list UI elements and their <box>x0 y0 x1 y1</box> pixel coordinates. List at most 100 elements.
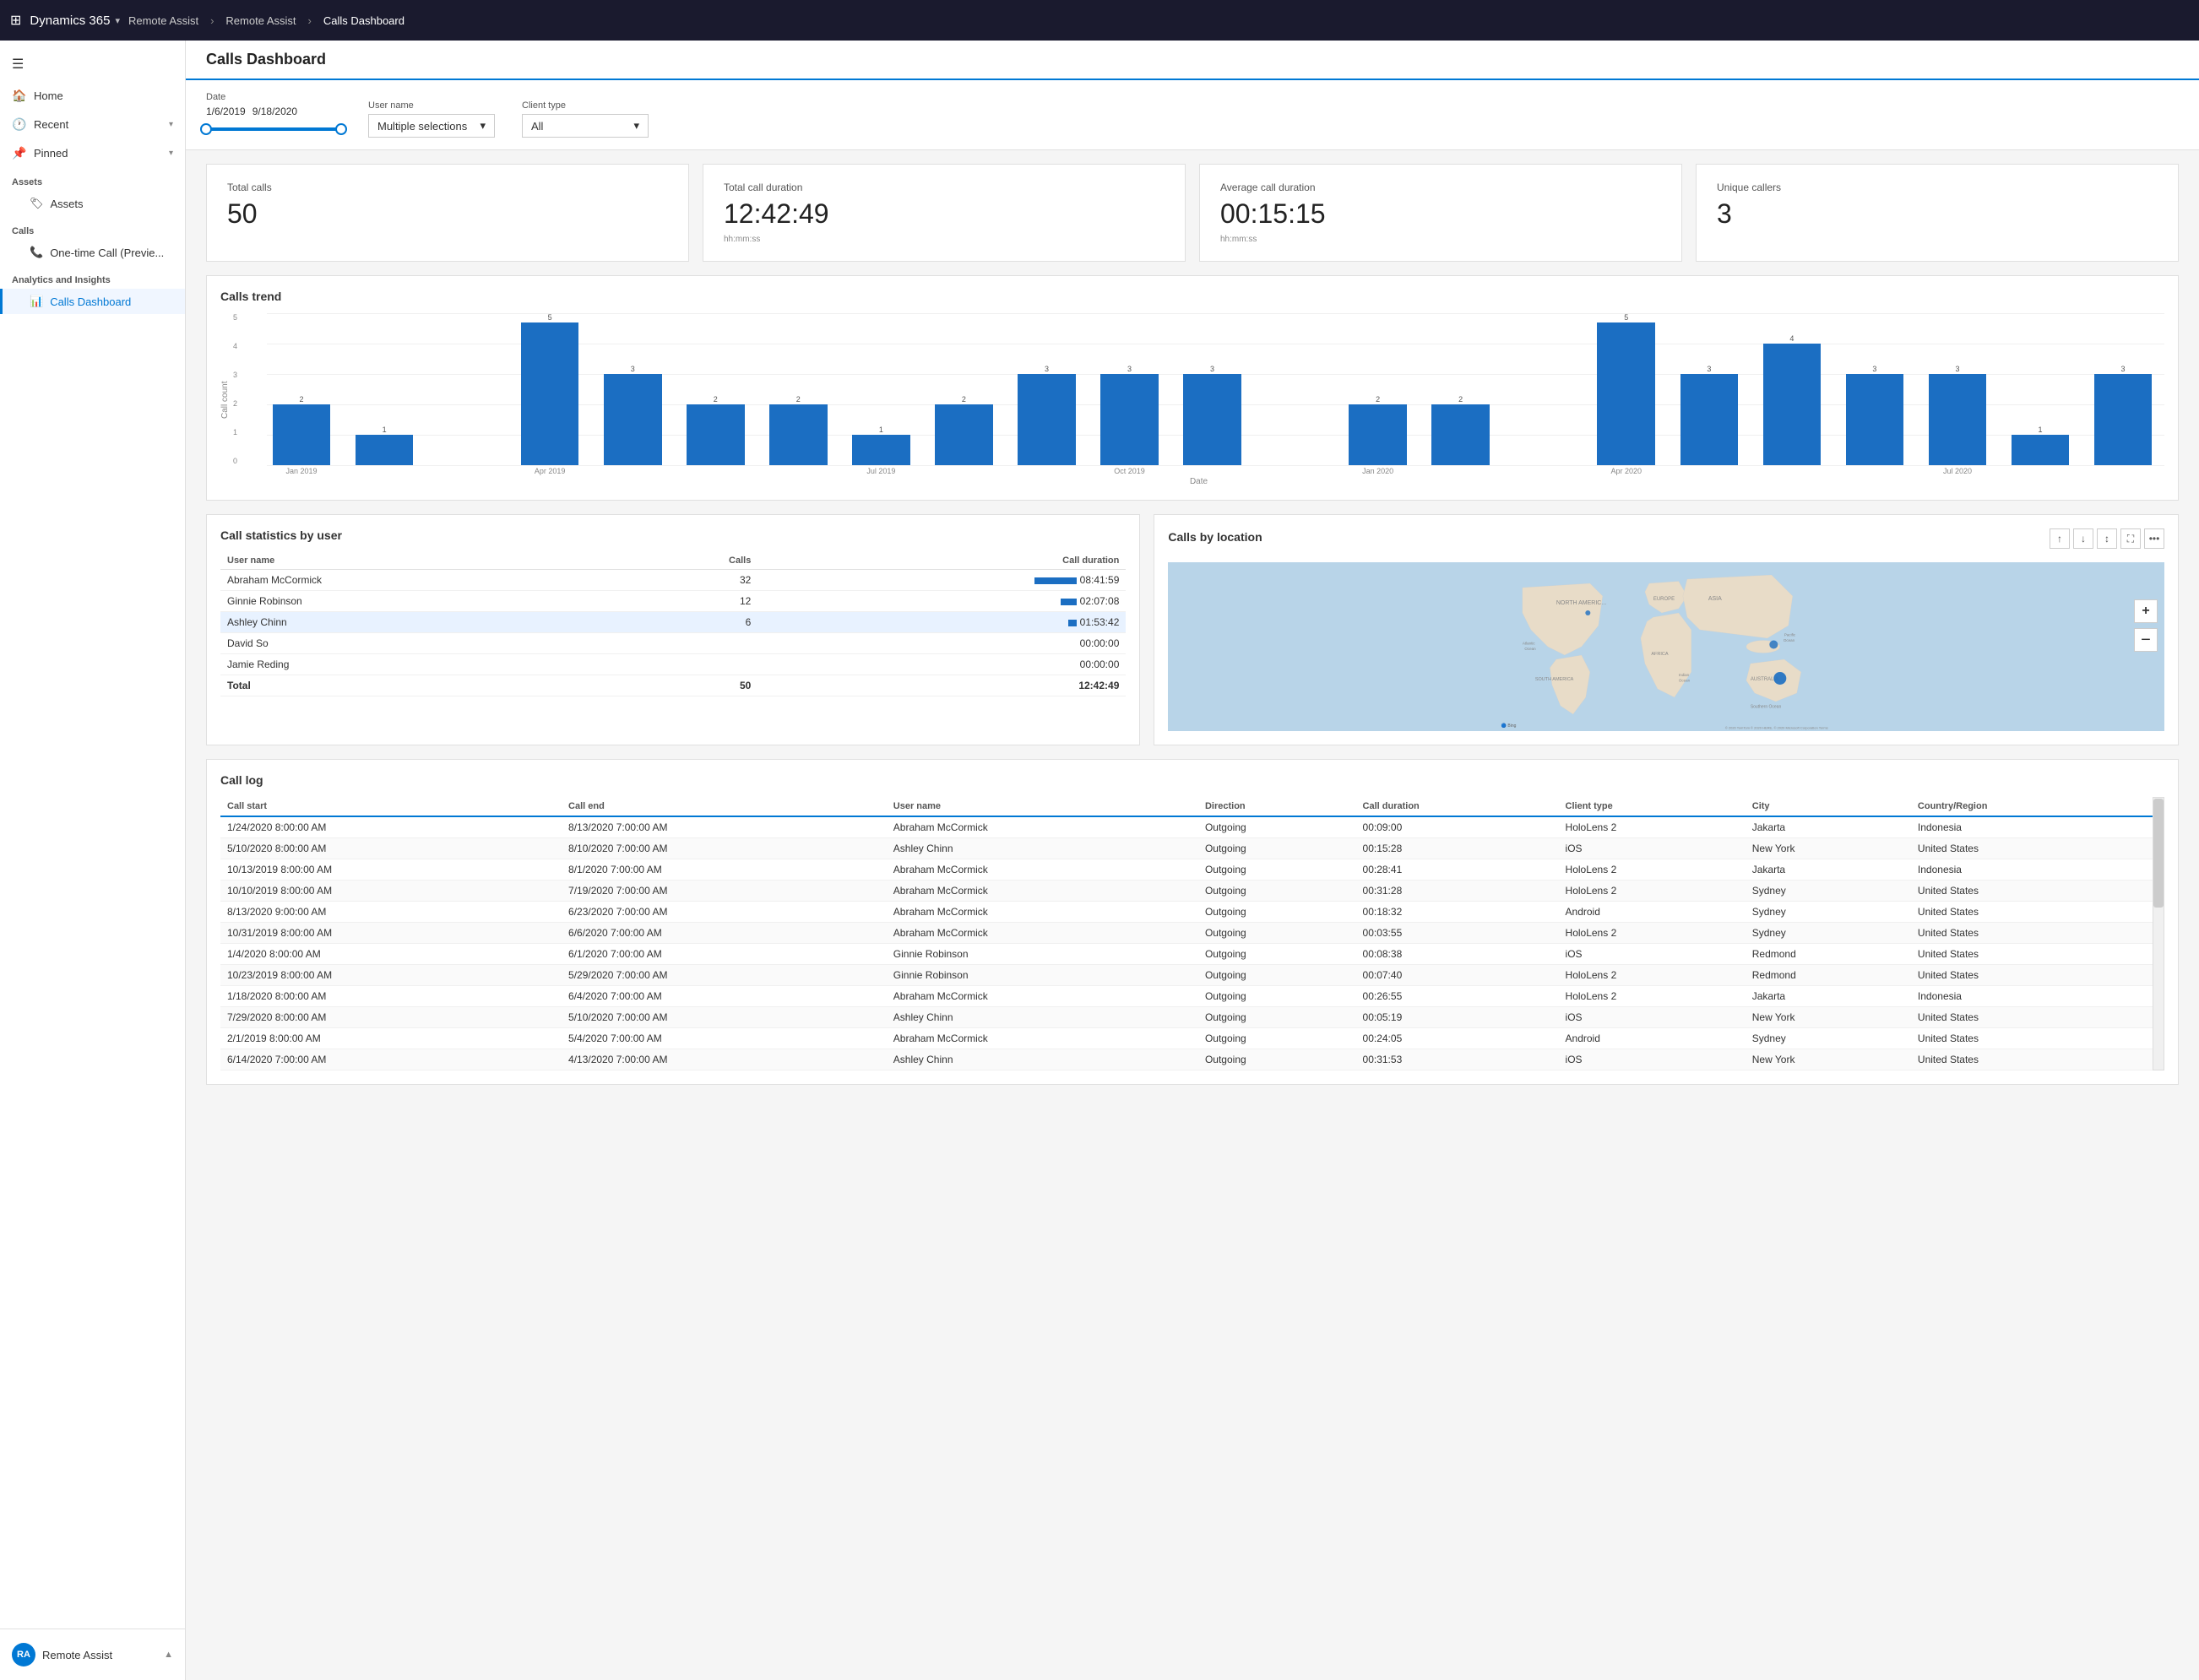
log-row[interactable]: 2/1/2019 8:00:00 AM5/4/2020 7:00:00 AMAb… <box>220 1028 2164 1049</box>
log-row[interactable]: 7/29/2020 8:00:00 AM5/10/2020 7:00:00 AM… <box>220 1007 2164 1028</box>
log-row[interactable]: 1/24/2020 8:00:00 AM8/13/2020 7:00:00 AM… <box>220 816 2164 838</box>
svg-text:NORTH AMERIC...: NORTH AMERIC... <box>1556 600 1606 606</box>
log-cell: Abraham McCormick <box>887 1028 1198 1049</box>
log-row[interactable]: 6/14/2020 7:00:00 AM4/13/2020 7:00:00 AM… <box>220 1049 2164 1070</box>
bar[interactable] <box>1929 374 1987 465</box>
bar[interactable] <box>2094 374 2153 465</box>
sidebar-hamburger[interactable]: ☰ <box>0 47 185 81</box>
log-row[interactable]: 10/10/2019 8:00:00 AM7/19/2020 7:00:00 A… <box>220 881 2164 902</box>
map-expand-button[interactable]: ⛶ <box>2120 528 2141 549</box>
bar[interactable] <box>769 404 828 465</box>
bar[interactable] <box>1763 344 1822 465</box>
kpi-total-calls-value: 50 <box>227 198 668 230</box>
bar[interactable] <box>356 435 414 465</box>
scrollbar-thumb[interactable] <box>2153 799 2164 908</box>
log-cell: Indonesia <box>1911 816 2151 838</box>
map-more-button[interactable]: ••• <box>2144 528 2164 549</box>
bar[interactable] <box>687 404 745 465</box>
duration-bar <box>1068 620 1077 626</box>
pinned-icon: 📌 <box>12 145 27 160</box>
x-axis-label <box>591 467 674 475</box>
log-col-end: Call end <box>562 797 887 816</box>
map-point-indonesia[interactable] <box>1770 641 1778 649</box>
username-dropdown[interactable]: Multiple selections ▾ <box>368 114 495 138</box>
bar[interactable] <box>1018 374 1076 465</box>
bar[interactable] <box>935 404 993 465</box>
log-cell: Jakarta <box>1746 859 1911 881</box>
bar[interactable] <box>1597 322 1655 465</box>
slider-track <box>206 127 341 131</box>
map-point-usa[interactable] <box>1586 610 1591 615</box>
map-point-australia[interactable] <box>1774 672 1787 685</box>
log-row[interactable]: 1/18/2020 8:00:00 AM6/4/2020 7:00:00 AMA… <box>220 986 2164 1007</box>
bottom-section: Call statistics by user User name Calls … <box>186 514 2199 759</box>
sidebar-item-recent[interactable]: 🕐 Recent ▾ <box>0 110 185 138</box>
bar-value-label: 2 <box>714 395 718 404</box>
bar[interactable] <box>1183 374 1241 465</box>
bar[interactable] <box>1100 374 1159 465</box>
waffle-icon[interactable]: ⊞ <box>10 12 21 29</box>
app-link-2[interactable]: Remote Assist <box>225 14 296 27</box>
sidebar-item-onetime-call[interactable]: 📞 One-time Call (Previe... <box>0 240 185 265</box>
bar[interactable] <box>521 322 579 465</box>
log-cell: 1/18/2020 8:00:00 AM <box>220 986 562 1007</box>
log-row[interactable]: 10/31/2019 8:00:00 AM6/6/2020 7:00:00 AM… <box>220 923 2164 944</box>
bar[interactable] <box>1349 404 1407 465</box>
log-row[interactable]: 10/23/2019 8:00:00 AM5/29/2020 7:00:00 A… <box>220 965 2164 986</box>
map-container[interactable]: NORTH AMERIC... SOUTH AMERICA EUROPE ASI… <box>1168 562 2164 731</box>
map-zoom-in-button[interactable]: + <box>2134 599 2158 623</box>
kpi-unique-callers: Unique callers 3 <box>1696 164 2179 262</box>
log-cell: 2/1/2019 8:00:00 AM <box>220 1028 562 1049</box>
bar[interactable] <box>273 404 331 465</box>
assets-icon: 🏷 <box>30 197 44 210</box>
sidebar-item-pinned[interactable]: 📌 Pinned ▾ <box>0 138 185 167</box>
log-row[interactable]: 10/13/2019 8:00:00 AM8/1/2020 7:00:00 AM… <box>220 859 2164 881</box>
map-zoom-out-button[interactable]: − <box>2134 628 2158 652</box>
bar[interactable] <box>852 435 910 465</box>
map-sort-desc-button[interactable]: ↓ <box>2073 528 2093 549</box>
bar[interactable] <box>1680 374 1739 465</box>
bar-value-label: 2 <box>300 395 304 404</box>
brand-name: Dynamics 365 <box>30 14 110 28</box>
bar-group: 4 <box>1751 313 1833 465</box>
log-cell: HoloLens 2 <box>1559 923 1746 944</box>
x-axis-label <box>1833 467 1916 475</box>
log-row[interactable]: 5/10/2020 8:00:00 AM8/10/2020 7:00:00 AM… <box>220 838 2164 859</box>
table-row: David So00:00:00 <box>220 633 1126 654</box>
sidebar-bottom-app[interactable]: RA Remote Assist ▲ <box>0 1636 185 1673</box>
sidebar-bottom-chevron[interactable]: ▲ <box>164 1650 173 1660</box>
brand[interactable]: Dynamics 365 ▾ <box>30 14 120 28</box>
svg-text:Ocean: Ocean <box>1679 679 1691 683</box>
log-cell: Redmond <box>1746 944 1911 965</box>
log-cell: Android <box>1559 1028 1746 1049</box>
kpi-avg-duration: Average call duration 00:15:15 hh:mm:ss <box>1199 164 1682 262</box>
call-log-body: 1/24/2020 8:00:00 AM8/13/2020 7:00:00 AM… <box>220 816 2164 1070</box>
log-cell: Android <box>1559 902 1746 923</box>
log-row[interactable]: 1/4/2020 8:00:00 AM6/1/2020 7:00:00 AMGi… <box>220 944 2164 965</box>
slider-left-handle[interactable] <box>200 123 212 135</box>
bar[interactable] <box>1431 404 1490 465</box>
bar[interactable] <box>2012 435 2070 465</box>
slider-right-handle[interactable] <box>335 123 347 135</box>
bar[interactable] <box>604 374 662 465</box>
log-cell: HoloLens 2 <box>1559 816 1746 838</box>
log-cell: Sydney <box>1746 902 1911 923</box>
sidebar-item-assets[interactable]: 🏷 Assets <box>0 191 185 216</box>
sidebar-item-calls-dashboard[interactable]: 📊 Calls Dashboard <box>0 289 185 314</box>
map-filter-button[interactable]: ↕ <box>2097 528 2117 549</box>
bar[interactable] <box>1846 374 1904 465</box>
log-cell: United States <box>1911 1028 2151 1049</box>
log-cell: Outgoing <box>1198 1049 1356 1070</box>
scrollbar[interactable] <box>2153 797 2164 1070</box>
date-slider[interactable] <box>206 121 341 138</box>
log-cell: Abraham McCormick <box>887 816 1198 838</box>
log-row[interactable]: 8/13/2020 9:00:00 AM6/23/2020 7:00:00 AM… <box>220 902 2164 923</box>
bar-group <box>1254 313 1337 465</box>
log-cell: Sydney <box>1746 881 1911 902</box>
client-type-dropdown[interactable]: All ▾ <box>522 114 649 138</box>
log-cell: United States <box>1911 923 2151 944</box>
app-link-1[interactable]: Remote Assist <box>128 14 198 27</box>
world-map-svg: NORTH AMERIC... SOUTH AMERICA EUROPE ASI… <box>1168 562 2164 731</box>
map-sort-asc-button[interactable]: ↑ <box>2050 528 2070 549</box>
sidebar-item-home[interactable]: 🏠 Home <box>0 81 185 110</box>
